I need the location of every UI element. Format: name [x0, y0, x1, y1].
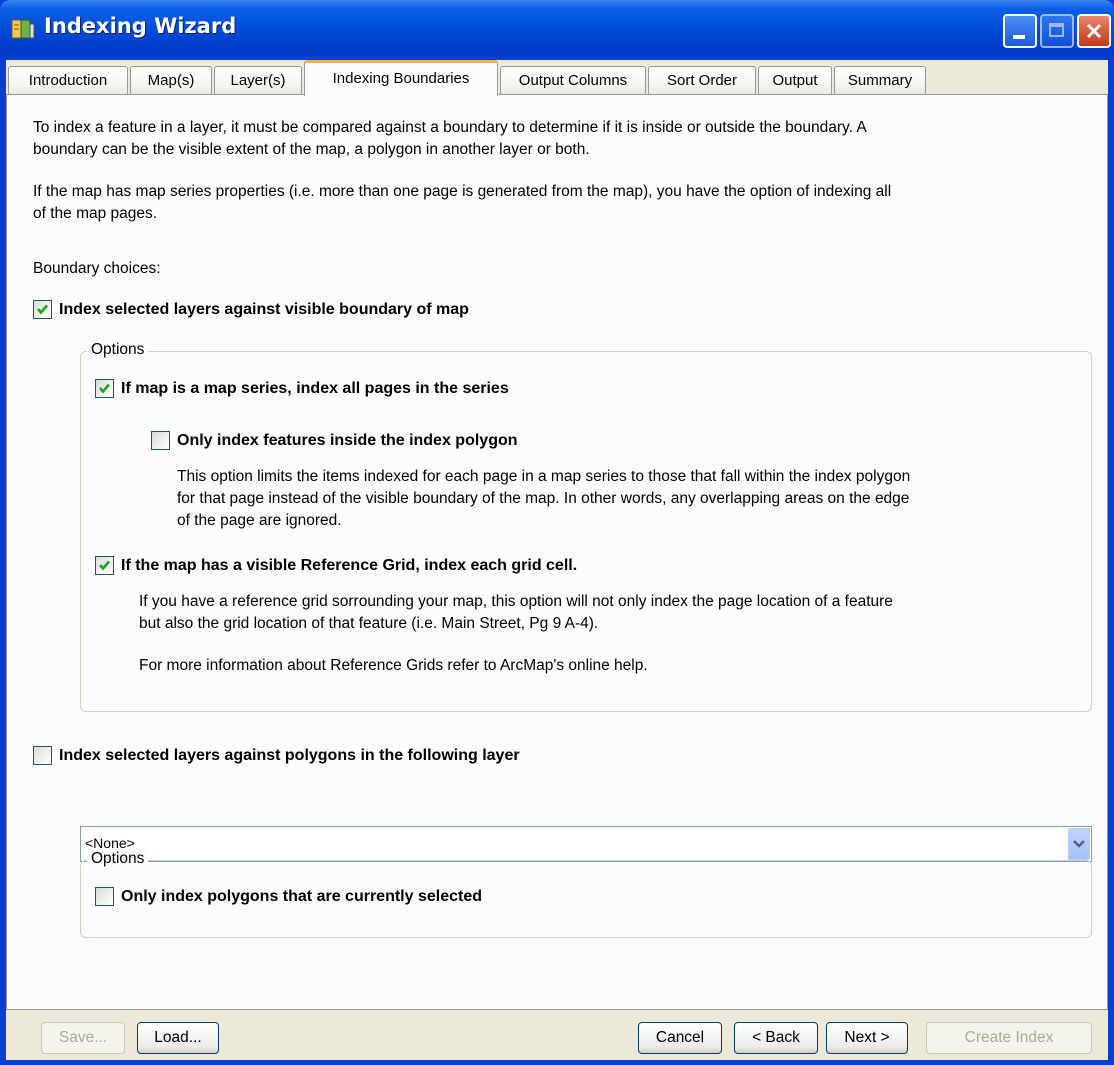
back-button[interactable]: < Back — [734, 1022, 818, 1054]
wizard-book-icon — [11, 19, 35, 39]
dialog-client-area: Introduction Map(s) Layer(s) Indexing Bo… — [6, 60, 1108, 1060]
reference-grid-description: but also the grid location of that featu… — [139, 615, 599, 632]
tab-output[interactable]: Output — [758, 66, 832, 95]
checkmark-icon — [99, 560, 110, 571]
tab-indexing-boundaries[interactable]: Indexing Boundaries — [304, 60, 498, 96]
tab-layers[interactable]: Layer(s) — [214, 66, 302, 95]
visible-boundary-label[interactable]: Index selected layers against visible bo… — [59, 299, 469, 320]
polygon-layer-checkbox[interactable] — [33, 746, 52, 765]
create-index-button[interactable]: Create Index — [926, 1022, 1092, 1054]
tab-maps[interactable]: Map(s) — [130, 66, 212, 95]
close-button[interactable] — [1077, 14, 1111, 48]
inside-polygon-description: of the page are ignored. — [177, 512, 342, 529]
dropdown-arrow-button[interactable] — [1068, 828, 1090, 860]
checkmark-icon — [37, 304, 48, 315]
inside-polygon-description: for that page instead of the visible bou… — [177, 490, 910, 507]
tab-summary[interactable]: Summary — [834, 66, 926, 95]
inside-polygon-checkbox[interactable] — [151, 431, 170, 450]
maximize-button[interactable] — [1040, 14, 1074, 48]
selected-only-label[interactable]: Only index polygons that are currently s… — [121, 886, 482, 907]
options-legend: Options — [87, 850, 149, 868]
title-bar[interactable]: Indexing Wizard — [0, 0, 1114, 60]
indexing-boundaries-panel: To index a feature in a layer, it must b… — [6, 94, 1108, 1010]
selected-only-checkbox[interactable] — [95, 887, 114, 906]
dropdown-selected-value: <None> — [85, 835, 135, 851]
intro-text-line: boundary can be the visible extent of th… — [33, 141, 590, 158]
reference-grid-description: If you have a reference grid sorrounding… — [139, 593, 893, 610]
chevron-down-icon — [1073, 840, 1085, 848]
intro-text-line: If the map has map series properties (i.… — [33, 183, 892, 200]
minimize-button[interactable] — [1003, 14, 1037, 48]
cancel-button[interactable]: Cancel — [638, 1022, 722, 1054]
indexing-wizard-window: Indexing Wizard Introduction Map(s) Laye… — [0, 0, 1114, 1065]
checkmark-icon — [99, 383, 110, 394]
load-button[interactable]: Load... — [137, 1022, 219, 1054]
map-series-label[interactable]: If map is a map series, index all pages … — [121, 378, 509, 399]
tab-introduction[interactable]: Introduction — [8, 66, 128, 95]
map-series-checkbox[interactable] — [95, 379, 114, 398]
tab-strip: Introduction Map(s) Layer(s) Indexing Bo… — [6, 60, 1108, 96]
intro-text-line: To index a feature in a layer, it must b… — [33, 119, 867, 136]
reference-grid-label[interactable]: If the map has a visible Reference Grid,… — [121, 555, 577, 576]
save-button[interactable]: Save... — [41, 1022, 125, 1054]
inside-polygon-label[interactable]: Only index features inside the index pol… — [177, 430, 518, 451]
inside-polygon-description: This option limits the items indexed for… — [177, 468, 911, 485]
polygon-layer-dropdown[interactable]: <None> — [80, 826, 1092, 862]
visible-boundary-checkbox[interactable] — [33, 300, 52, 319]
reference-grid-help-text: For more information about Reference Gri… — [139, 657, 648, 674]
next-button[interactable]: Next > — [826, 1022, 908, 1054]
reference-grid-checkbox[interactable] — [95, 556, 114, 575]
tab-sort-order[interactable]: Sort Order — [648, 66, 756, 95]
tab-output-columns[interactable]: Output Columns — [500, 66, 646, 95]
intro-text-line: of the map pages. — [33, 205, 158, 222]
close-icon — [1086, 23, 1102, 39]
boundary-choices-label: Boundary choices: — [33, 260, 161, 277]
options-legend: Options — [87, 341, 149, 359]
polygon-layer-label[interactable]: Index selected layers against polygons i… — [59, 745, 520, 766]
window-title: Indexing Wizard — [44, 14, 237, 38]
